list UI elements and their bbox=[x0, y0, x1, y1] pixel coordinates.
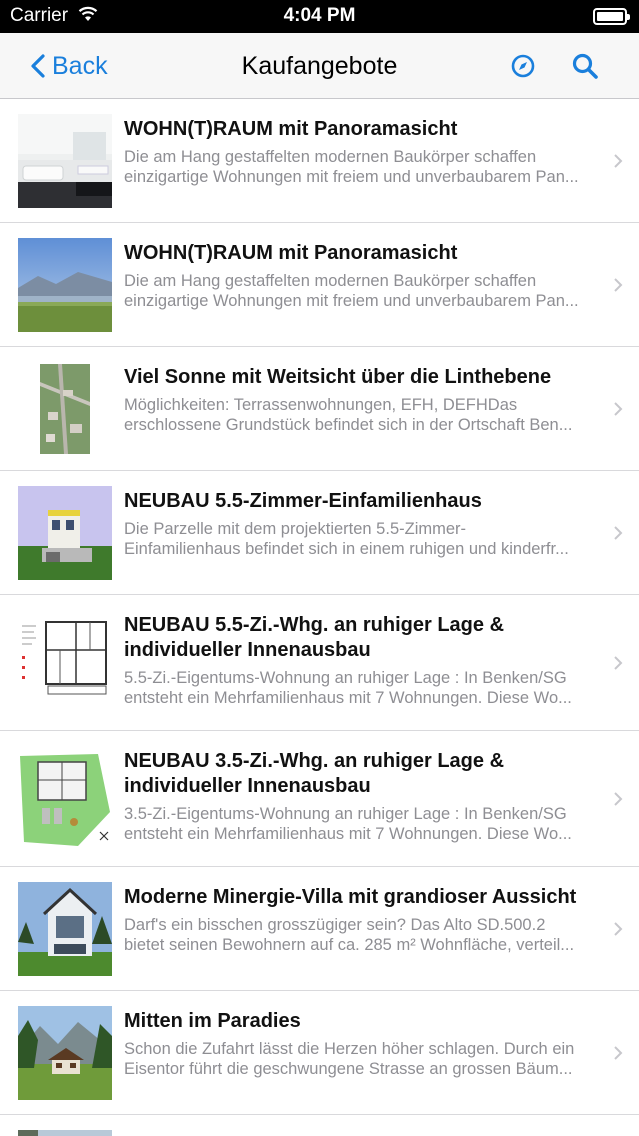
listing-text: Moderne Minergie-Villa mit grandioser Au… bbox=[124, 885, 619, 955]
compass-icon[interactable] bbox=[510, 53, 536, 79]
listing-thumbnail bbox=[18, 616, 112, 710]
search-icon[interactable] bbox=[571, 52, 599, 80]
navigation-bar: Back Kaufangebote bbox=[0, 33, 639, 99]
listing-thumbnail bbox=[18, 486, 112, 580]
chevron-right-icon bbox=[614, 792, 623, 806]
listing-thumbnail bbox=[18, 114, 112, 208]
listing-description: einzigartige Wohnungen mit freiem und un… bbox=[124, 168, 579, 186]
listing-row[interactable]: NEUBAU 3.5-Zi.-Whg. an ruhiger Lage & in… bbox=[0, 731, 639, 867]
listing-thumbnail bbox=[18, 238, 112, 332]
chevron-right-icon bbox=[614, 1046, 623, 1060]
listing-description: Schon die Zufahrt lässt die Herzen höher… bbox=[124, 1040, 575, 1058]
listing-text: WOHN(T)RAUM mit Panoramasicht Die am Han… bbox=[124, 117, 619, 187]
chevron-right-icon bbox=[614, 656, 623, 670]
listing-row[interactable]: WOHN(T)RAUM mit Panoramasicht Die am Han… bbox=[0, 223, 639, 347]
listing-description: erschlossene Grundstück befindet sich in… bbox=[124, 416, 573, 434]
listing-description: Einfamilienhaus befindet sich in einem r… bbox=[124, 540, 569, 558]
listing-title: NEUBAU 5.5-Zimmer-Einfamilienhaus bbox=[124, 490, 482, 512]
status-bar: Carrier 4:04 PM bbox=[0, 0, 639, 33]
chevron-right-icon bbox=[614, 526, 623, 540]
listing-title: WOHN(T)RAUM mit Panoramasicht bbox=[124, 118, 458, 140]
listing-description: 3.5-Zi.-Eigentums-Wohnung an ruhiger Lag… bbox=[124, 805, 567, 823]
listing-thumbnail bbox=[18, 1130, 112, 1136]
listing-title: Moderne Minergie-Villa mit grandioser Au… bbox=[124, 886, 577, 908]
battery-icon bbox=[593, 8, 630, 25]
listing-description: Möglichkeiten: Terrassenwohnungen, EFH, … bbox=[124, 396, 518, 414]
listing-row[interactable]: NEUBAU 5.5-Zi.-Whg. an ruhiger Lage & in… bbox=[0, 595, 639, 731]
listing-title: NEUBAU 5.5-Zi.-Whg. an ruhiger Lage & in… bbox=[124, 614, 505, 661]
listing-row[interactable]: Mitten im Paradies Schon die Zufahrt läs… bbox=[0, 991, 639, 1115]
listing-description: entsteht ein Mehrfamilienhaus mit 7 Wohn… bbox=[124, 825, 572, 843]
chevron-right-icon bbox=[614, 922, 623, 936]
listing-row[interactable]: NEUBAU 5.5-Zimmer-Einfamilienhaus Die Pa… bbox=[0, 471, 639, 595]
listing-list: WOHN(T)RAUM mit Panoramasicht Die am Han… bbox=[0, 99, 639, 1136]
listing-row[interactable]: Viel Sonne mit Weitsicht über die Linthe… bbox=[0, 347, 639, 471]
listing-description: Die am Hang gestaffelten modernen Baukör… bbox=[124, 272, 537, 290]
page-title: Kaufangebote bbox=[241, 52, 398, 80]
listing-row[interactable] bbox=[0, 1115, 639, 1136]
listing-text: NEUBAU 3.5-Zi.-Whg. an ruhiger Lage & in… bbox=[124, 749, 619, 844]
listing-description: einzigartige Wohnungen mit freiem und un… bbox=[124, 292, 579, 310]
listing-row[interactable]: WOHN(T)RAUM mit Panoramasicht Die am Han… bbox=[0, 99, 639, 223]
listing-description: entsteht ein Mehrfamilienhaus mit 7 Wohn… bbox=[124, 689, 572, 707]
listing-text: Mitten im Paradies Schon die Zufahrt läs… bbox=[124, 1009, 619, 1079]
clock: 4:04 PM bbox=[283, 5, 356, 26]
listing-text: Viel Sonne mit Weitsicht über die Linthe… bbox=[124, 365, 619, 435]
listing-title: Mitten im Paradies bbox=[124, 1010, 301, 1032]
chevron-right-icon bbox=[614, 278, 623, 292]
chevron-right-icon bbox=[614, 154, 623, 168]
listing-title: WOHN(T)RAUM mit Panoramasicht bbox=[124, 242, 458, 264]
listing-text: NEUBAU 5.5-Zimmer-Einfamilienhaus Die Pa… bbox=[124, 489, 619, 559]
chevron-right-icon bbox=[614, 402, 623, 416]
listing-thumbnail bbox=[18, 882, 112, 976]
listing-thumbnail bbox=[18, 1006, 112, 1100]
listing-text: NEUBAU 5.5-Zi.-Whg. an ruhiger Lage & in… bbox=[124, 613, 619, 708]
listing-description: 5.5-Zi.-Eigentums-Wohnung an ruhiger Lag… bbox=[124, 669, 567, 687]
listing-text: WOHN(T)RAUM mit Panoramasicht Die am Han… bbox=[124, 241, 619, 311]
listing-description: Darf's ein bisschen grosszügiger sein? D… bbox=[124, 916, 546, 934]
listing-description: Die Parzelle mit dem projektierten 5.5-Z… bbox=[124, 520, 467, 538]
listing-description: bietet seinen Bewohnern auf ca. 285 m² W… bbox=[124, 936, 575, 954]
listing-row[interactable]: Moderne Minergie-Villa mit grandioser Au… bbox=[0, 867, 639, 991]
listing-thumbnail bbox=[18, 362, 112, 456]
listing-title: NEUBAU 3.5-Zi.-Whg. an ruhiger Lage & in… bbox=[124, 750, 505, 797]
listing-description: Die am Hang gestaffelten modernen Baukör… bbox=[124, 148, 537, 166]
listing-title: Viel Sonne mit Weitsicht über die Linthe… bbox=[124, 366, 552, 388]
listing-description: Eisentor führt die geschwungene Strasse … bbox=[124, 1060, 573, 1078]
listing-thumbnail bbox=[18, 752, 112, 846]
